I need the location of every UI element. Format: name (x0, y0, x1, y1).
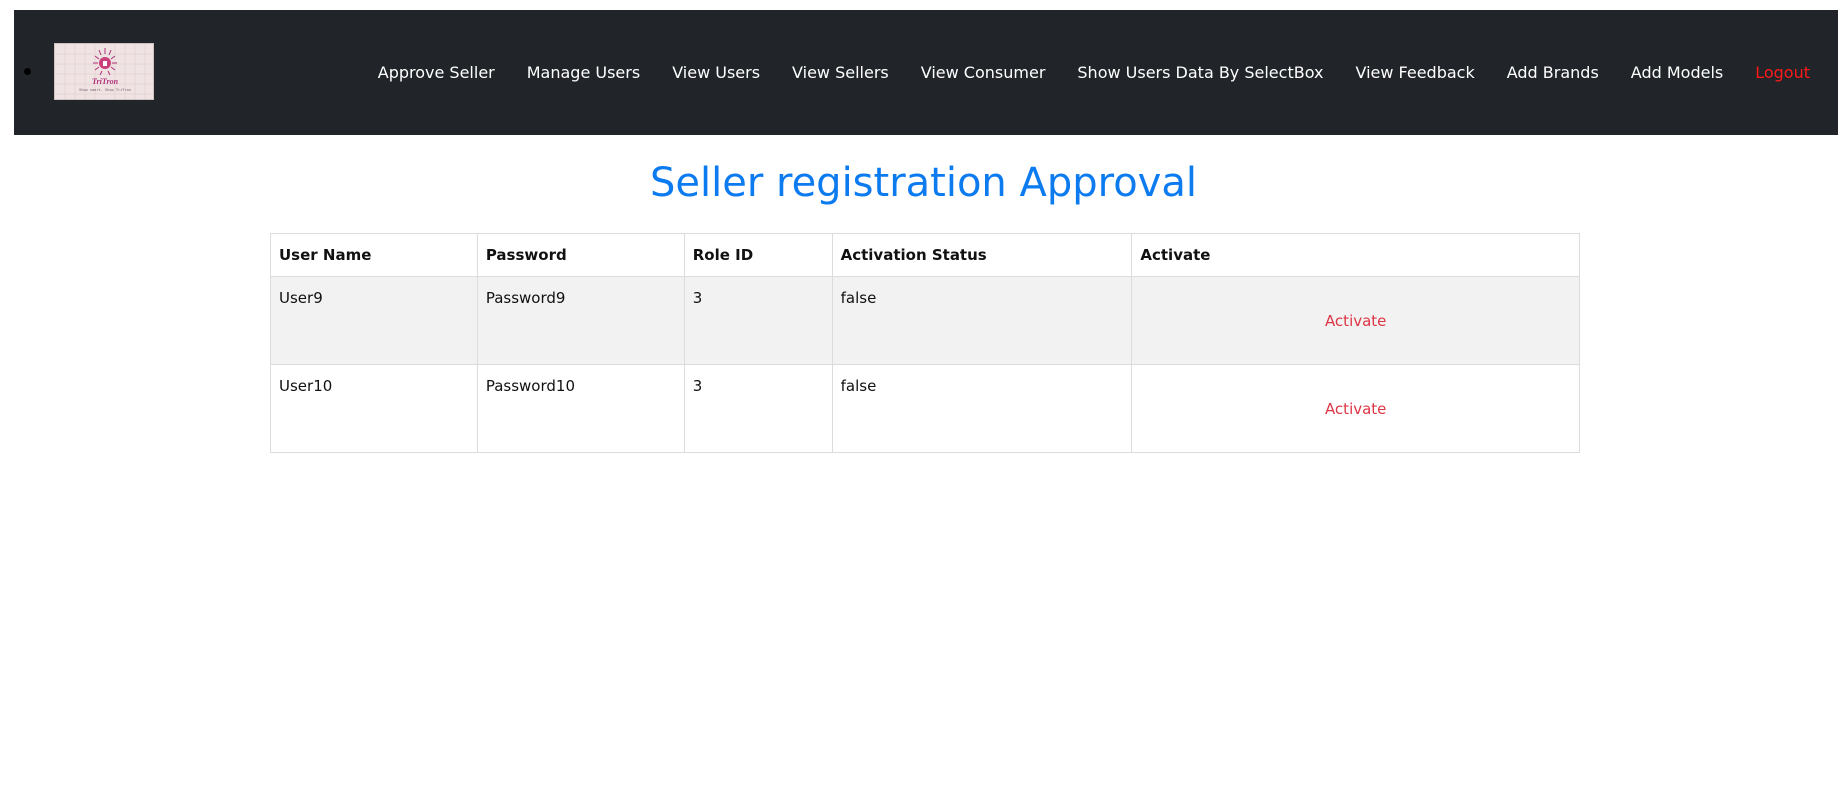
activate-link[interactable]: Activate (1325, 400, 1386, 418)
cell-activation-status: false (831, 364, 1133, 453)
logo-wordmark: TriTron (92, 77, 119, 86)
activate-link[interactable]: Activate (1325, 312, 1386, 330)
cell-activate: Activate (1131, 364, 1580, 453)
cell-user-name: User10 (270, 364, 478, 453)
brand-logo[interactable]: TriTron Shop smart. Shop TriTron (54, 43, 154, 100)
header-activation-status: Activation Status (831, 233, 1133, 277)
cell-activate: Activate (1131, 276, 1580, 365)
nav-show-users-data-by-selectbox[interactable]: Show Users Data By SelectBox (1077, 63, 1323, 82)
logo-tagline: Shop smart. Shop TriTron (79, 88, 131, 92)
cell-activation-status: false (831, 276, 1133, 365)
nav-view-sellers[interactable]: View Sellers (792, 63, 889, 82)
nav-manage-users[interactable]: Manage Users (527, 63, 640, 82)
cell-role-id: 3 (683, 364, 833, 453)
nav-view-feedback[interactable]: View Feedback (1355, 63, 1474, 82)
seller-approval-table: User Name Password Role ID Activation St… (270, 233, 1580, 453)
logout-link[interactable]: Logout (1755, 63, 1810, 82)
table-row: User10 Password10 3 false Activate (270, 364, 1580, 453)
cell-user-name: User9 (270, 276, 478, 365)
list-bullet (24, 68, 31, 75)
nav-links: Approve Seller Manage Users View Users V… (378, 10, 1810, 135)
top-navbar: TriTron Shop smart. Shop TriTron Approve… (14, 10, 1838, 135)
nav-approve-seller[interactable]: Approve Seller (378, 63, 495, 82)
nav-add-brands[interactable]: Add Brands (1507, 63, 1599, 82)
nav-view-consumer[interactable]: View Consumer (921, 63, 1046, 82)
nav-view-users[interactable]: View Users (672, 63, 760, 82)
header-user-name: User Name (270, 233, 478, 277)
header-activate: Activate (1131, 233, 1580, 277)
header-role-id: Role ID (683, 233, 833, 277)
page-title: Seller registration Approval (650, 160, 1197, 206)
table-row: User9 Password9 3 false Activate (270, 276, 1580, 365)
logo-icon: TriTron Shop smart. Shop TriTron (55, 44, 153, 99)
header-password: Password (476, 233, 685, 277)
table-header-row: User Name Password Role ID Activation St… (270, 233, 1580, 277)
cell-password: Password10 (476, 364, 685, 453)
cell-password: Password9 (476, 276, 685, 365)
nav-add-models[interactable]: Add Models (1631, 63, 1723, 82)
cell-role-id: 3 (683, 276, 833, 365)
